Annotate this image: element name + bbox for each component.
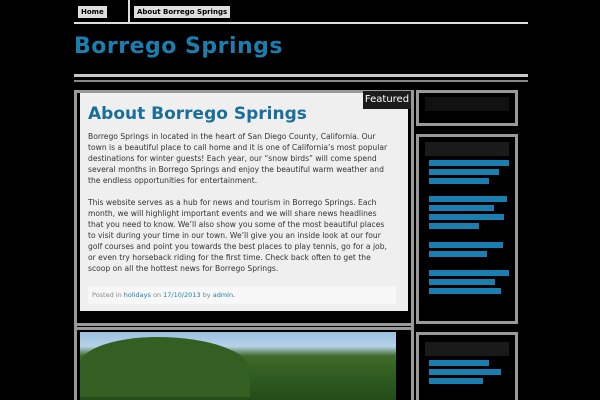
post-paragraph: Borrego Springs in located in the heart … bbox=[88, 132, 388, 185]
header-divider bbox=[74, 74, 528, 77]
post-title[interactable]: About Borrego Springs bbox=[88, 104, 307, 124]
sidebar-link-block[interactable] bbox=[429, 196, 513, 232]
nav-divider bbox=[128, 0, 130, 24]
sidebar-widget-heading bbox=[425, 342, 509, 356]
sidebar-widget-heading bbox=[425, 142, 509, 156]
nav-rule bbox=[74, 22, 528, 24]
nav-item-about[interactable]: About Borrego Springs bbox=[134, 6, 231, 18]
featured-badge: Featured bbox=[363, 91, 411, 109]
post-paragraph: This website serves as a hub for news an… bbox=[88, 198, 387, 273]
post-meta: Posted in holidays on 17/10/2013 by admi… bbox=[88, 286, 396, 304]
sidebar-link-block[interactable] bbox=[429, 360, 513, 387]
meta-by: by bbox=[202, 291, 211, 299]
sidebar-link-block[interactable] bbox=[429, 242, 513, 260]
nav-item-home[interactable]: Home bbox=[78, 6, 107, 18]
meta-on: on bbox=[152, 291, 162, 299]
meta-date-link[interactable]: 17/10/2013 bbox=[163, 291, 200, 299]
meta-author-link[interactable]: admin. bbox=[213, 291, 235, 299]
meta-posted-in: Posted in bbox=[92, 291, 122, 299]
sidebar-search-box[interactable] bbox=[425, 97, 509, 111]
site-title[interactable]: Borrego Springs bbox=[74, 34, 283, 59]
meta-category-link[interactable]: holidays bbox=[124, 291, 151, 299]
sidebar-link-block[interactable] bbox=[429, 160, 513, 187]
sidebar-link-block[interactable] bbox=[429, 270, 513, 297]
header-divider-lower bbox=[74, 80, 528, 82]
post-body: Borrego Springs in located in the heart … bbox=[88, 131, 394, 285]
top-nav: Home About Borrego Springs bbox=[74, 0, 528, 24]
